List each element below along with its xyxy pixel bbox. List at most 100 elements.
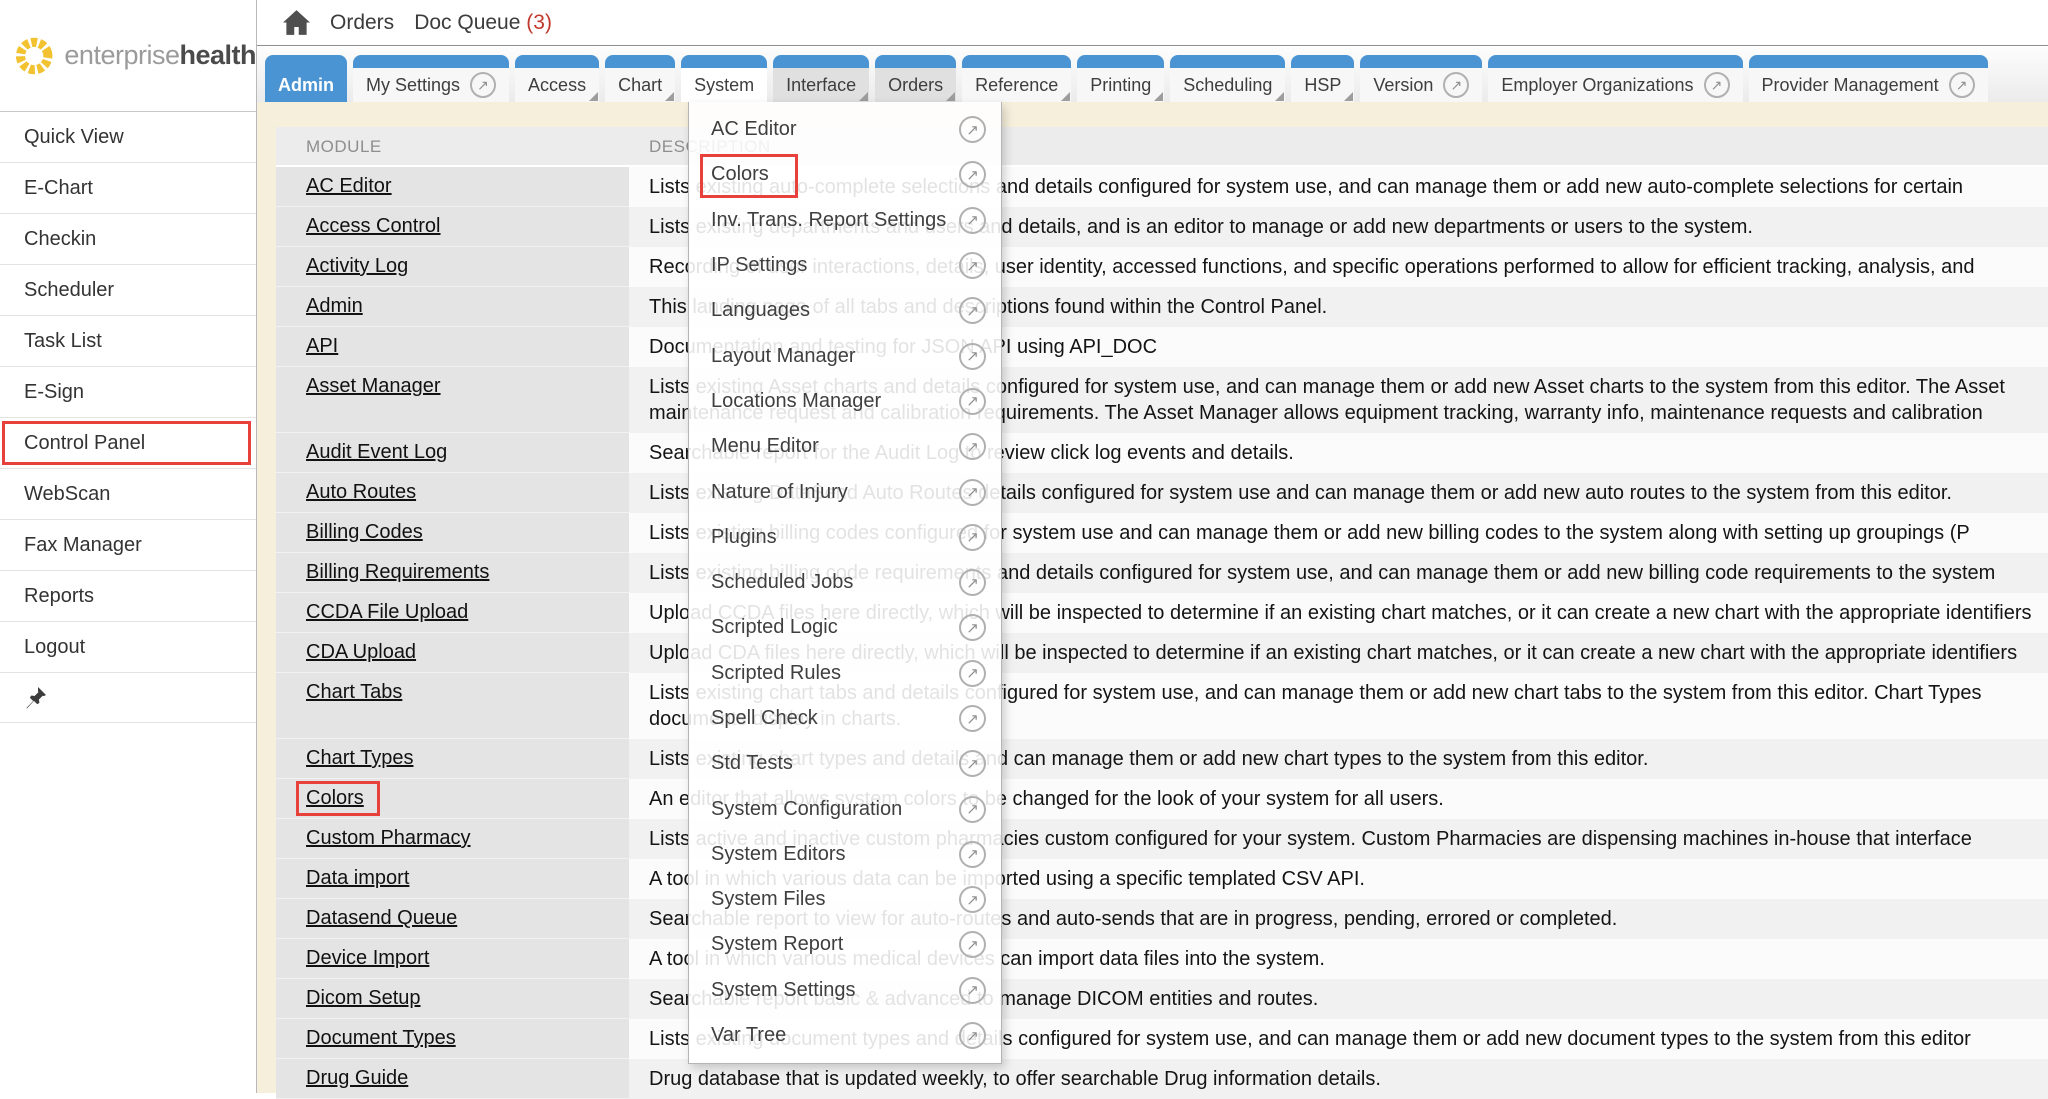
open-new-window-icon[interactable]: ↗ [959, 931, 986, 958]
module-link-colors[interactable]: Colors [306, 787, 364, 810]
open-new-window-icon[interactable]: ↗ [959, 524, 986, 551]
open-new-window-icon[interactable]: ↗ [959, 207, 986, 234]
open-new-window-icon[interactable]: ↗ [959, 886, 986, 913]
menu-item-system-configuration[interactable]: System Configuration ↗ [689, 786, 1001, 831]
menu-item-layout-manager[interactable]: Layout Manager ↗ [689, 333, 1001, 378]
menu-item-colors[interactable]: Colors ↗ [689, 152, 1001, 197]
module-cell: API [276, 327, 629, 367]
module-link-api[interactable]: API [306, 335, 338, 358]
module-link-custom-pharmacy[interactable]: Custom Pharmacy [306, 827, 471, 850]
module-link-cda-upload[interactable]: CDA Upload [306, 641, 416, 664]
open-new-window-icon[interactable]: ↗ [1949, 72, 1975, 98]
menu-item-scripted-logic[interactable]: Scripted Logic ↗ [689, 605, 1001, 650]
module-link-datasend-queue[interactable]: Datasend Queue [306, 907, 457, 930]
module-link-ccda-file-upload[interactable]: CCDA File Upload [306, 601, 468, 624]
menu-item-nature-of-injury[interactable]: Nature of Injury ↗ [689, 469, 1001, 514]
tab-reference[interactable]: Reference [962, 55, 1071, 102]
breadcrumb-doc-queue[interactable]: Doc Queue (3) [414, 11, 552, 35]
module-link-billing-codes[interactable]: Billing Codes [306, 521, 423, 544]
tab-version[interactable]: Version ↗ [1360, 55, 1482, 102]
menu-item-languages[interactable]: Languages ↗ [689, 288, 1001, 333]
module-link-audit-event-log[interactable]: Audit Event Log [306, 441, 447, 464]
open-new-window-icon[interactable]: ↗ [959, 116, 986, 143]
tab-access[interactable]: Access [515, 55, 599, 102]
menu-item-system-files[interactable]: System Files ↗ [689, 877, 1001, 922]
menu-item-ip-settings[interactable]: IP Settings ↗ [689, 243, 1001, 288]
module-link-asset-manager[interactable]: Asset Manager [306, 375, 441, 398]
menu-item-var-tree[interactable]: Var Tree ↗ [689, 1013, 1001, 1058]
tab-interface[interactable]: Interface [773, 55, 869, 102]
module-link-ac-editor[interactable]: AC Editor [306, 175, 392, 198]
open-new-window-icon[interactable]: ↗ [959, 660, 986, 687]
sidebar-item-scheduler[interactable]: Scheduler [0, 265, 256, 316]
module-link-admin[interactable]: Admin [306, 295, 363, 318]
tab-provider-management[interactable]: Provider Management ↗ [1749, 55, 1988, 102]
sidebar-item-webscan[interactable]: WebScan [0, 469, 256, 520]
open-new-window-icon[interactable]: ↗ [959, 297, 986, 324]
sidebar-item-reports[interactable]: Reports [0, 571, 256, 622]
tab-employer-organizations[interactable]: Employer Organizations ↗ [1488, 55, 1742, 102]
module-link-data-import[interactable]: Data import [306, 867, 409, 890]
pin-row[interactable] [0, 673, 256, 723]
sidebar-item-e-sign[interactable]: E-Sign [0, 367, 256, 418]
tab-cap [875, 55, 956, 68]
breadcrumb-orders[interactable]: Orders [330, 11, 394, 35]
module-link-document-types[interactable]: Document Types [306, 1027, 456, 1050]
module-link-access-control[interactable]: Access Control [306, 215, 441, 238]
module-link-billing-requirements[interactable]: Billing Requirements [306, 561, 489, 584]
tab-hsp[interactable]: HSP [1291, 55, 1354, 102]
tab-system[interactable]: System [681, 55, 767, 102]
tab-orders[interactable]: Orders [875, 55, 956, 102]
open-new-window-icon[interactable]: ↗ [959, 161, 986, 188]
open-new-window-icon[interactable]: ↗ [959, 252, 986, 279]
tab-chart[interactable]: Chart [605, 55, 675, 102]
open-new-window-icon[interactable]: ↗ [959, 388, 986, 415]
dropdown-corner-icon [946, 92, 955, 101]
menu-item-spell-check[interactable]: Spell Check ↗ [689, 696, 1001, 741]
open-new-window-icon[interactable]: ↗ [959, 569, 986, 596]
sidebar-item-checkin[interactable]: Checkin [0, 214, 256, 265]
menu-item-system-editors[interactable]: System Editors ↗ [689, 832, 1001, 877]
tab-scheduling[interactable]: Scheduling [1170, 55, 1285, 102]
sidebar-item-logout[interactable]: Logout [0, 622, 256, 673]
open-new-window-icon[interactable]: ↗ [470, 72, 496, 98]
open-new-window-icon[interactable]: ↗ [959, 841, 986, 868]
open-new-window-icon[interactable]: ↗ [1443, 72, 1469, 98]
sidebar-item-fax-manager[interactable]: Fax Manager [0, 520, 256, 571]
sidebar-item-task-list[interactable]: Task List [0, 316, 256, 367]
sidebar-item-e-chart[interactable]: E-Chart [0, 163, 256, 214]
open-new-window-icon[interactable]: ↗ [959, 705, 986, 732]
menu-item-plugins[interactable]: Plugins ↗ [689, 515, 1001, 560]
open-new-window-icon[interactable]: ↗ [959, 1022, 986, 1049]
tab-admin[interactable]: Admin [265, 55, 347, 102]
module-link-device-import[interactable]: Device Import [306, 947, 429, 970]
tab-printing[interactable]: Printing [1077, 55, 1164, 102]
menu-item-ac-editor[interactable]: AC Editor ↗ [689, 107, 1001, 152]
module-link-auto-routes[interactable]: Auto Routes [306, 481, 416, 504]
menu-item-menu-editor[interactable]: Menu Editor ↗ [689, 424, 1001, 469]
open-new-window-icon[interactable]: ↗ [1704, 72, 1730, 98]
module-link-chart-types[interactable]: Chart Types [306, 747, 413, 770]
menu-item-system-report[interactable]: System Report ↗ [689, 922, 1001, 967]
module-link-activity-log[interactable]: Activity Log [306, 255, 408, 278]
tab-my-settings[interactable]: My Settings ↗ [353, 55, 509, 102]
sidebar-item-control-panel[interactable]: Control Panel [0, 418, 256, 469]
sidebar-item-quick-view[interactable]: Quick View [0, 112, 256, 163]
menu-item-scripted-rules[interactable]: Scripted Rules ↗ [689, 651, 1001, 696]
open-new-window-icon[interactable]: ↗ [959, 977, 986, 1004]
open-new-window-icon[interactable]: ↗ [959, 343, 986, 370]
module-link-dicom-setup[interactable]: Dicom Setup [306, 987, 421, 1010]
open-new-window-icon[interactable]: ↗ [959, 433, 986, 460]
open-new-window-icon[interactable]: ↗ [959, 750, 986, 777]
open-new-window-icon[interactable]: ↗ [959, 796, 986, 823]
menu-item-locations-manager[interactable]: Locations Manager ↗ [689, 379, 1001, 424]
home-icon[interactable] [283, 10, 310, 35]
menu-item-system-settings[interactable]: System Settings ↗ [689, 968, 1001, 1013]
open-new-window-icon[interactable]: ↗ [959, 614, 986, 641]
module-link-drug-guide[interactable]: Drug Guide [306, 1067, 408, 1090]
menu-item-scheduled-jobs[interactable]: Scheduled Jobs ↗ [689, 560, 1001, 605]
menu-item-std-tests[interactable]: Std Tests ↗ [689, 741, 1001, 786]
open-new-window-icon[interactable]: ↗ [959, 479, 986, 506]
menu-item-inv-trans-report-settings[interactable]: Inv. Trans. Report Settings ↗ [689, 198, 1001, 243]
module-link-chart-tabs[interactable]: Chart Tabs [306, 681, 402, 704]
